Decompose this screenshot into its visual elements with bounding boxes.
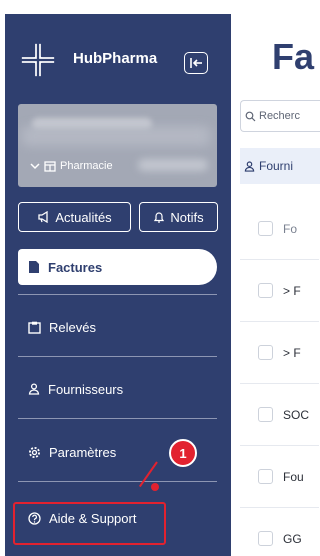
- bell-icon: [154, 212, 165, 223]
- pharmacy-selector[interactable]: Pharmacie: [18, 104, 217, 187]
- nav-divider: [18, 356, 217, 357]
- nav-divider: [18, 294, 217, 295]
- notifications-button[interactable]: Notifs: [139, 202, 218, 232]
- table-row[interactable]: GG: [240, 508, 319, 556]
- row-checkbox[interactable]: [258, 283, 273, 298]
- document-icon: [29, 261, 39, 273]
- table-row[interactable]: SOC: [240, 384, 319, 446]
- sidebar: HubPharma Pharmacie Actualités Notifs Fa…: [5, 14, 231, 556]
- row-checkbox[interactable]: [258, 469, 273, 484]
- select-all-checkbox[interactable]: [258, 221, 273, 236]
- megaphone-icon: [38, 211, 48, 223]
- search-input[interactable]: Recherc: [240, 100, 320, 132]
- news-label: Actualités: [55, 209, 112, 225]
- table-row[interactable]: > F: [240, 260, 319, 322]
- nav-divider: [18, 481, 217, 482]
- cell-text: SOC: [283, 407, 310, 422]
- gear-icon: [29, 446, 40, 458]
- nav-label: Relevés: [49, 319, 96, 335]
- filter-tab-fournisseurs[interactable]: Fourni: [240, 148, 320, 184]
- notifs-label: Notifs: [170, 209, 204, 225]
- help-highlight-box: [13, 502, 166, 545]
- nav-divider: [18, 418, 217, 419]
- row-checkbox[interactable]: [258, 407, 273, 422]
- hubpharma-logo-icon: [19, 41, 57, 79]
- user-icon: [244, 160, 255, 172]
- nav-label: Paramètres: [49, 444, 117, 460]
- collapse-arrow-icon: [190, 58, 202, 68]
- nav-item-factures[interactable]: Factures: [18, 249, 217, 285]
- step-badge: 1: [169, 439, 197, 467]
- cell-text: Fou: [283, 469, 304, 484]
- clipboard-icon: [28, 321, 41, 334]
- nav-label: Fournisseurs: [48, 381, 124, 397]
- table-row[interactable]: Fou: [240, 446, 319, 508]
- chevron-down-icon: [30, 163, 40, 170]
- pharmacy-label: Pharmacie: [60, 160, 113, 172]
- invoices-table: Fo > F > F SOC Fou GG: [240, 198, 319, 556]
- page-title: Fa: [272, 36, 315, 77]
- row-checkbox[interactable]: [258, 531, 273, 546]
- column-header: Fo: [283, 221, 298, 236]
- cell-text: > F: [283, 283, 301, 298]
- row-checkbox[interactable]: [258, 345, 273, 360]
- store-icon: [44, 160, 56, 172]
- search-placeholder: Recherc: [259, 110, 300, 122]
- cell-text: > F: [283, 345, 301, 360]
- table-row[interactable]: > F: [240, 322, 319, 384]
- nav-item-fournisseurs[interactable]: Fournisseurs: [18, 371, 217, 407]
- collapse-sidebar-button[interactable]: [184, 52, 208, 74]
- brand-name: HubPharma: [73, 50, 158, 67]
- nav-label: Factures: [48, 259, 103, 275]
- tab-label: Fourni: [259, 159, 294, 173]
- annotation-dot: [151, 483, 159, 491]
- brand: HubPharma: [19, 40, 157, 80]
- news-button[interactable]: Actualités: [18, 202, 131, 232]
- search-icon: [245, 111, 256, 121]
- nav-item-releves[interactable]: Relevés: [18, 309, 217, 345]
- table-header: Fo: [240, 198, 319, 260]
- user-icon: [28, 383, 40, 395]
- pharmacy-type: Pharmacie: [30, 160, 113, 172]
- blurred-detail: [138, 159, 208, 171]
- blurred-address: [22, 126, 210, 146]
- cell-text: GG: [283, 531, 302, 546]
